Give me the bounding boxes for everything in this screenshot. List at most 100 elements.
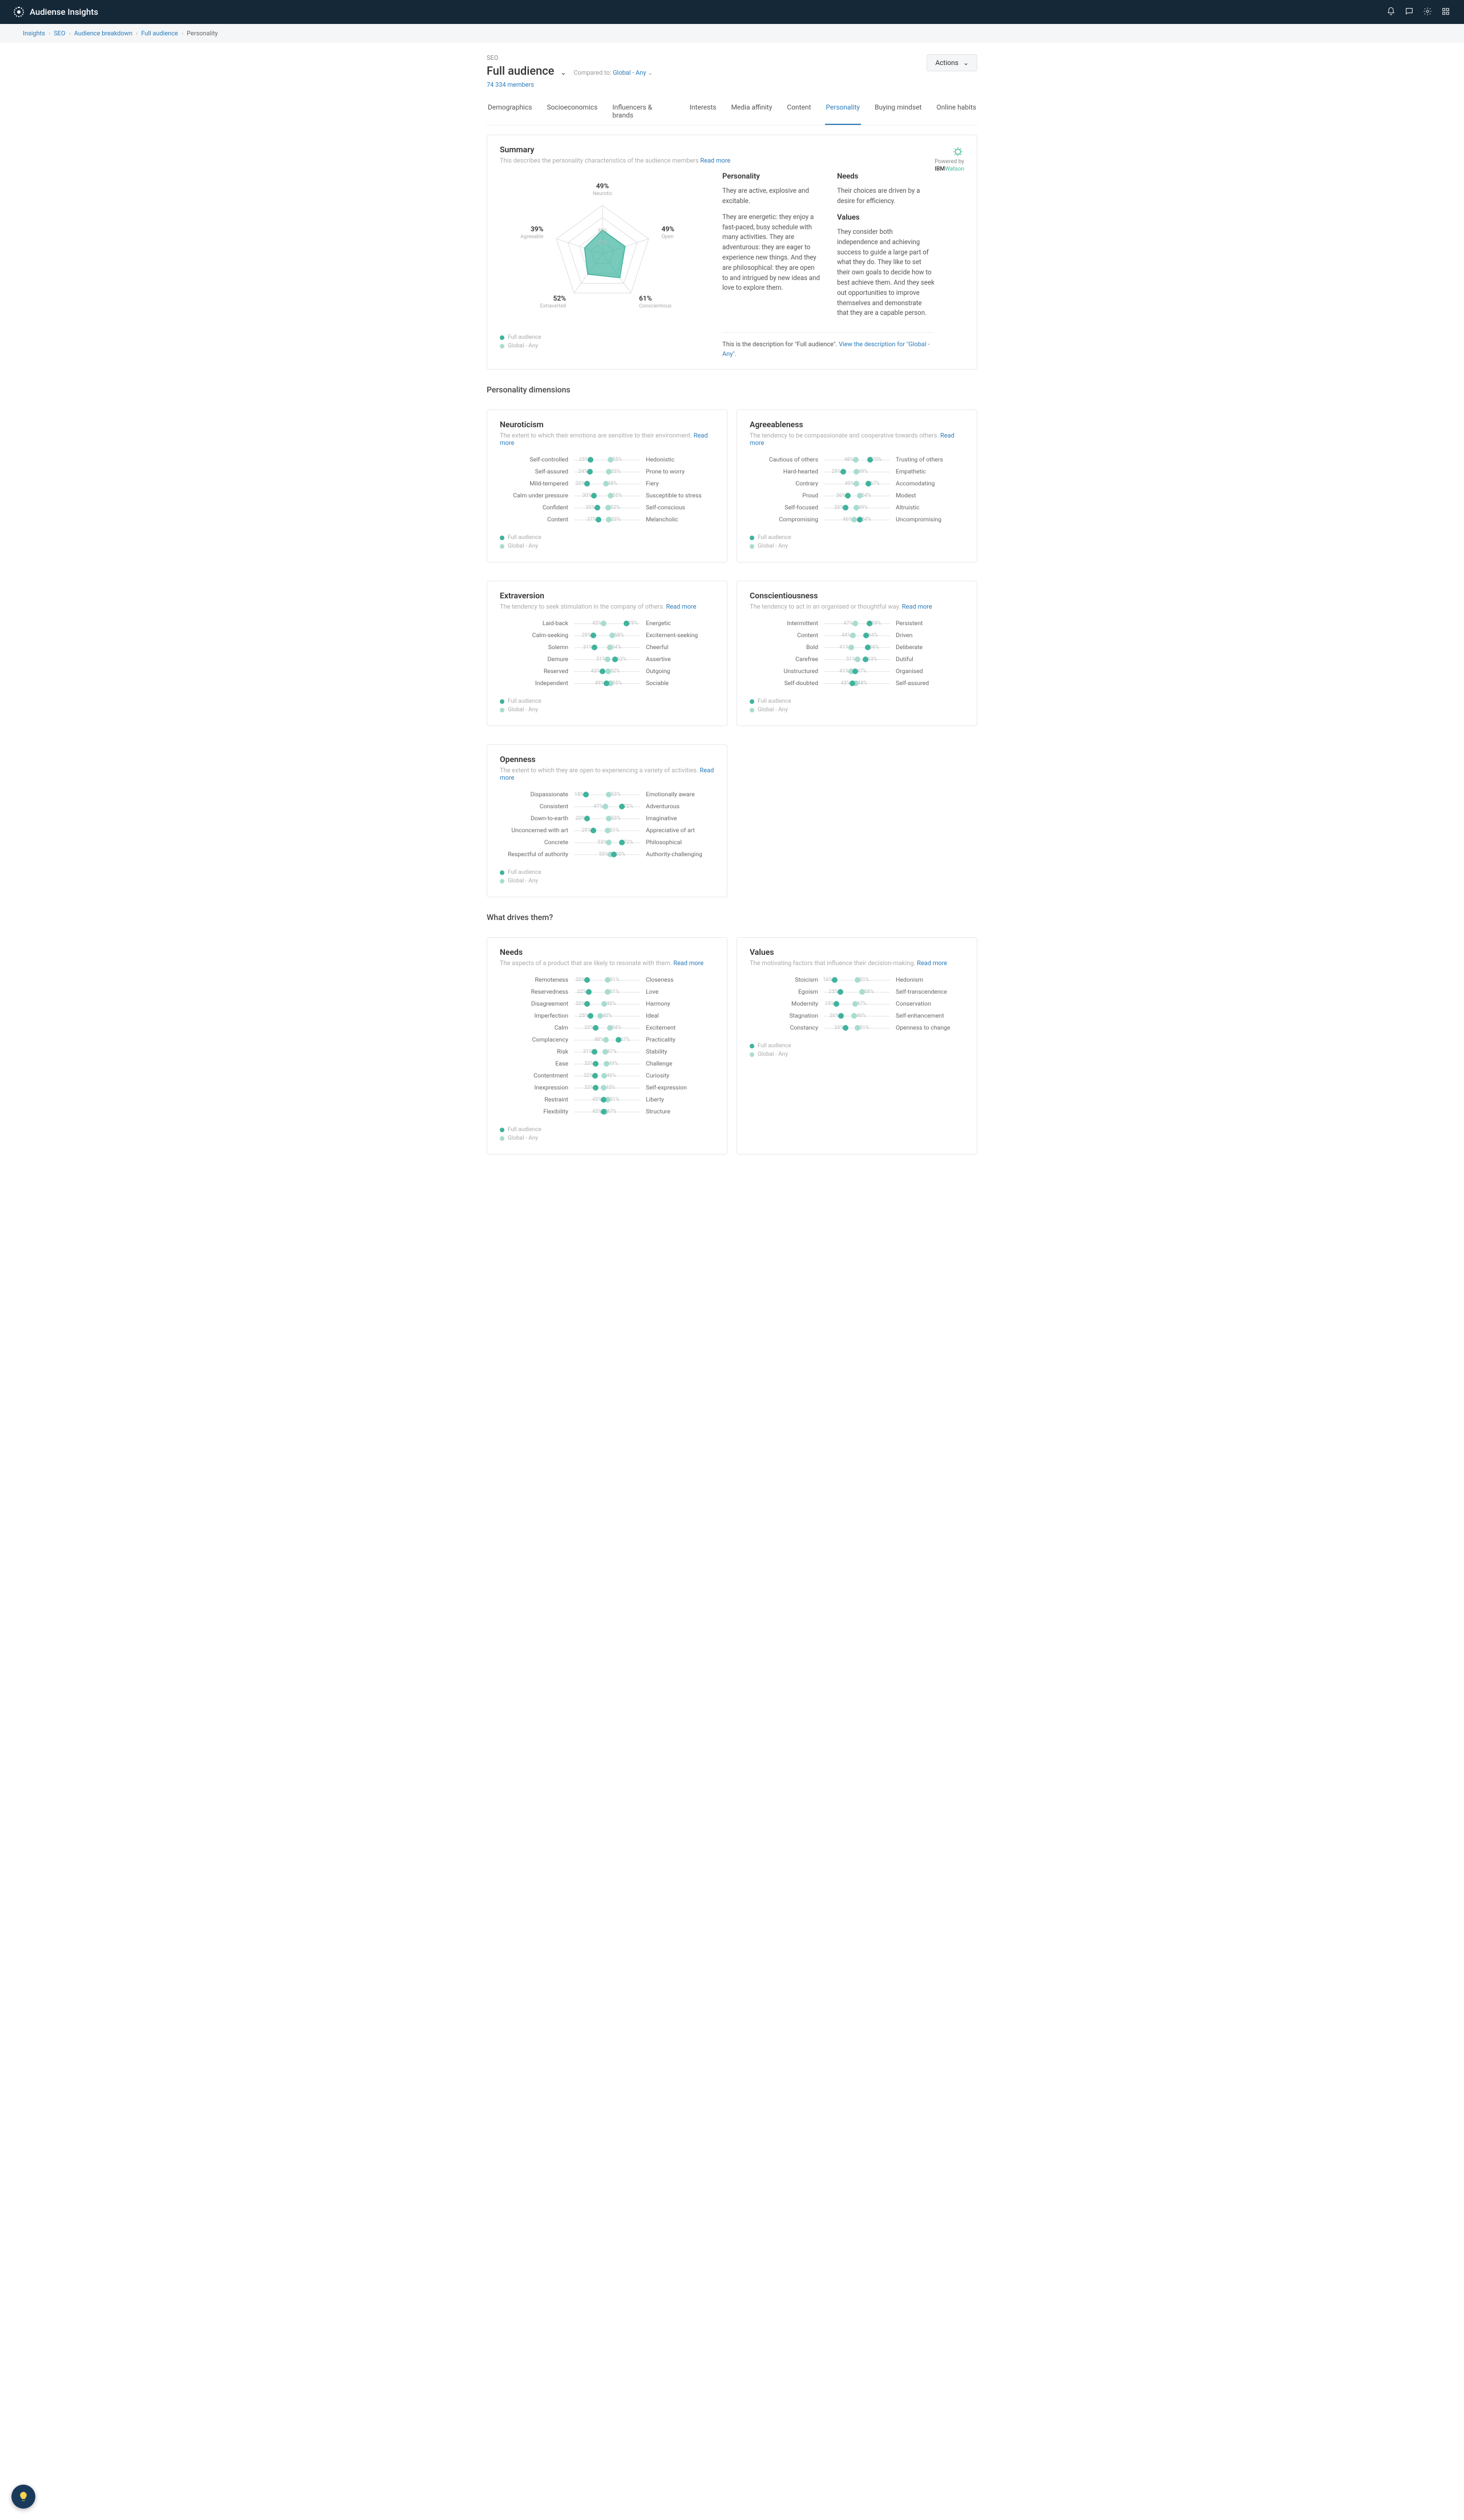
- trait-row: Stagnation26%46%Self-enhancement: [750, 1010, 964, 1022]
- audience-dot: [616, 1037, 621, 1043]
- compared-link[interactable]: Global - Any: [613, 69, 646, 76]
- global-value: 58%: [614, 633, 624, 638]
- global-value: 53%: [611, 517, 621, 522]
- panel-legend: Full audienceGlobal - Any: [750, 534, 964, 549]
- trait-left-label: Carefree: [750, 655, 824, 663]
- global-dot: [859, 989, 865, 995]
- audience-value: 64%: [868, 633, 878, 638]
- audience-dot: [584, 977, 590, 983]
- trait-left-label: Risk: [500, 1048, 574, 1055]
- trait-bar: 35%52%: [574, 504, 640, 511]
- trait-right-label: Authority-challenging: [640, 850, 714, 858]
- tab-interests[interactable]: Interests: [689, 99, 718, 125]
- trait-left-label: Cautious of others: [750, 456, 824, 463]
- trait-row: Proud36%54%Modest: [750, 489, 964, 501]
- logo-icon: [14, 7, 24, 17]
- audience-dot: [583, 792, 589, 797]
- global-dot: [852, 621, 858, 626]
- trait-left-label: Intermittent: [750, 619, 824, 627]
- trait-row: Imperfection25%40%Ideal: [500, 1010, 714, 1022]
- trait-left-label: Contrary: [750, 480, 824, 487]
- audience-dot: [838, 1013, 844, 1019]
- trait-bar: 62%51%: [574, 656, 640, 663]
- trait-bar: 66%41%: [824, 644, 890, 651]
- trait-left-label: Inexpression: [500, 1084, 574, 1091]
- read-more-link[interactable]: Read more: [673, 959, 703, 967]
- trait-row: Contrary67%49%Accomodating: [750, 477, 964, 489]
- audience-value: 43%: [841, 680, 851, 686]
- global-value: 49%: [858, 469, 868, 475]
- panel-sub: The tendency to act in an organised or t…: [750, 603, 964, 610]
- global-dot: [603, 1037, 609, 1043]
- panel-sub: The motivating factors that influence th…: [750, 959, 964, 967]
- gear-icon[interactable]: [1423, 7, 1432, 18]
- audience-dot: [584, 481, 590, 487]
- breadcrumb-item[interactable]: Full audience: [141, 30, 178, 37]
- tab-online-habits[interactable]: Online habits: [935, 99, 977, 125]
- global-dot: [854, 469, 859, 475]
- trait-right-label: Imaginative: [640, 815, 714, 822]
- trait-right-label: Self-transcendence: [890, 988, 964, 995]
- trait-row: Calm-seeking29%58%Excitement-seeking: [500, 629, 714, 641]
- audience-dot: [865, 645, 871, 650]
- trait-bar: 16%51%: [824, 977, 890, 983]
- global-dot: [601, 1073, 607, 1079]
- trait-row: Self-assured24%53%Prone to worry: [500, 465, 714, 477]
- trait-bar: 49%55%: [574, 680, 640, 687]
- trait-panel: ValuesThe motivating factors that influe…: [737, 937, 977, 1154]
- read-more-link[interactable]: Read more: [666, 603, 696, 610]
- tab-buying-mindset[interactable]: Buying mindset: [873, 99, 923, 125]
- breadcrumb-item[interactable]: SEO: [54, 30, 65, 37]
- chat-icon[interactable]: [1405, 7, 1414, 18]
- tab-demographics[interactable]: Demographics: [487, 99, 533, 125]
- global-value: 47%: [857, 1001, 867, 1007]
- help-fab[interactable]: [11, 2485, 35, 2509]
- actions-button[interactable]: Actions ⌄: [927, 54, 977, 71]
- chevron-down-icon[interactable]: ⌄: [560, 68, 566, 76]
- tab-content[interactable]: Content: [786, 99, 812, 125]
- audience-dot: [593, 1025, 598, 1031]
- trait-left-label: Self-controlled: [500, 456, 574, 463]
- tab-influencers-brands[interactable]: Influencers & brands: [611, 99, 676, 125]
- trait-bar: 67%48%: [574, 1036, 640, 1043]
- audience-value: 31%: [583, 645, 593, 650]
- breadcrumb-item[interactable]: Audience breakdown: [74, 30, 132, 37]
- trait-right-label: Openness to change: [890, 1024, 964, 1031]
- global-dot: [851, 1013, 857, 1019]
- global-dot: [605, 669, 611, 674]
- trait-right-label: Susceptible to stress: [640, 492, 714, 499]
- audience-dot: [843, 1025, 848, 1031]
- panel-title: Conscientiousness: [750, 591, 964, 601]
- chevron-down-icon: ⌄: [963, 59, 969, 67]
- svg-text:39%: 39%: [531, 225, 544, 233]
- read-more-link[interactable]: Read more: [700, 157, 730, 164]
- trait-left-label: Calm: [500, 1024, 574, 1031]
- panel-legend: Full audienceGlobal - Any: [750, 1043, 964, 1058]
- tab-media-affinity[interactable]: Media affinity: [730, 99, 773, 125]
- trait-left-label: Down-to-earth: [500, 815, 574, 822]
- tab-socioeconomics[interactable]: Socioeconomics: [545, 99, 598, 125]
- breadcrumb-item[interactable]: Insights: [23, 30, 45, 37]
- svg-text:40%: 40%: [598, 228, 608, 234]
- panel-title: Openness: [500, 755, 714, 764]
- read-more-link[interactable]: Read more: [902, 603, 932, 610]
- tab-personality[interactable]: Personality: [825, 99, 862, 125]
- values-p: They consider both independence and achi…: [837, 227, 935, 318]
- chevron-down-icon[interactable]: ⌄: [648, 69, 653, 76]
- trait-panel: ExtraversionThe tendency to seek stimula…: [487, 581, 727, 726]
- trait-bar: 18%53%: [574, 791, 640, 798]
- global-value: 54%: [862, 493, 871, 499]
- trait-left-label: Self-assured: [500, 468, 574, 475]
- trait-left-label: Laid-back: [500, 619, 574, 627]
- read-more-link[interactable]: Read more: [917, 959, 947, 967]
- trait-row: Solemn31%54%Cheerful: [500, 641, 714, 653]
- audience-dot: [601, 1109, 606, 1115]
- trait-right-label: Harmony: [640, 1000, 714, 1007]
- apps-icon[interactable]: [1441, 7, 1450, 18]
- member-count[interactable]: 74 334 members: [487, 81, 653, 88]
- trait-right-label: Self-enhancement: [890, 1012, 964, 1019]
- panel-legend: Full audienceGlobal - Any: [500, 698, 714, 713]
- audience-dot: [845, 493, 851, 499]
- page-title[interactable]: Full audience: [487, 64, 554, 78]
- bell-icon[interactable]: [1386, 7, 1396, 18]
